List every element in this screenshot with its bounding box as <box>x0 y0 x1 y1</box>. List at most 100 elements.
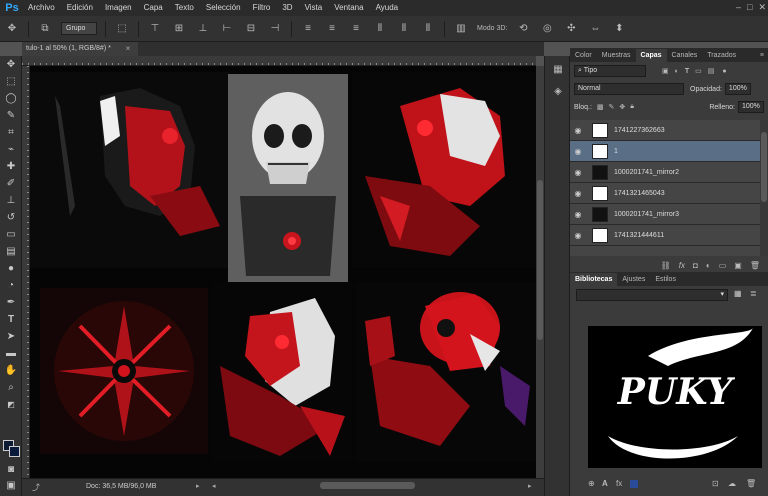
screen-mode-icon[interactable]: ▣ <box>0 477 22 494</box>
eraser-tool-icon[interactable]: ▭ <box>0 226 22 243</box>
filter-pixel-icon[interactable]: ▣ <box>662 67 669 75</box>
layers-scroll-thumb[interactable] <box>761 132 767 202</box>
document-canvas[interactable] <box>30 66 536 478</box>
adjustment-layer-icon[interactable]: ◐ <box>706 261 711 270</box>
maximize-button[interactable]: □ <box>747 2 752 13</box>
list-view-icon[interactable]: ≣ <box>750 289 757 298</box>
menu-3d[interactable]: 3D <box>276 0 298 16</box>
lock-pixels-icon[interactable]: ✎ <box>609 103 615 111</box>
distribute-left-icon[interactable]: ⦀ <box>371 22 389 36</box>
menu-edicion[interactable]: Edición <box>61 0 99 16</box>
visibility-eye-icon[interactable]: ◉ <box>570 231 586 240</box>
transform-controls-icon[interactable]: ⬚ <box>113 22 131 36</box>
menu-texto[interactable]: Texto <box>169 0 200 16</box>
doc-size-info[interactable]: Doc: 36,5 MB/96,0 MB <box>86 483 156 490</box>
layer-name[interactable]: 1741227362663 <box>614 127 665 134</box>
layer-name[interactable]: 1741321444611 <box>614 232 664 239</box>
filter-adjust-icon[interactable]: ◐ <box>675 68 679 75</box>
history-brush-tool-icon[interactable]: ↺ <box>0 209 22 226</box>
export-icon[interactable]: ⤴ <box>32 482 40 493</box>
visibility-eye-icon[interactable]: ◉ <box>570 210 586 219</box>
tab-canales[interactable]: Canales <box>667 49 703 62</box>
visibility-eye-icon[interactable]: ◉ <box>570 168 586 177</box>
auto-select-dropdown[interactable]: Grupo <box>61 22 97 35</box>
layer-name[interactable]: 1741321465043 <box>614 190 665 197</box>
distribute-top-icon[interactable]: ≡ <box>299 22 317 36</box>
layer-row-selected[interactable]: ◉ 1 <box>570 141 760 162</box>
type-tool-icon[interactable]: T <box>0 311 22 328</box>
brush-tool-icon[interactable]: ✐ <box>0 175 22 192</box>
add-color-asset-icon[interactable] <box>630 480 638 488</box>
distribute-right-icon[interactable]: ⦀ <box>419 22 437 36</box>
distribute-hcenter-icon[interactable]: ⦀ <box>395 22 413 36</box>
clone-stamp-tool-icon[interactable]: ⊥ <box>0 192 22 209</box>
menu-archivo[interactable]: Archivo <box>22 0 61 16</box>
layer-name[interactable]: 1 <box>614 148 618 155</box>
menu-ventana[interactable]: Ventana <box>328 0 369 16</box>
vertical-scroll-thumb[interactable] <box>537 180 543 340</box>
close-tab-icon[interactable]: × <box>122 42 134 56</box>
blur-tool-icon[interactable]: ● <box>0 260 22 277</box>
distribute-bottom-icon[interactable]: ≡ <box>347 22 365 36</box>
tab-bibliotecas[interactable]: Bibliotecas <box>570 273 618 286</box>
library-asset-preview[interactable]: PUKY <box>588 326 762 468</box>
add-mask-icon[interactable]: ◘ <box>693 261 698 270</box>
filter-kind-dropdown[interactable]: ⌕ Tipo <box>574 65 646 77</box>
opacity-input[interactable]: 100% <box>724 83 751 95</box>
scale-3d-icon[interactable]: ⬍ <box>610 22 628 36</box>
crop-tool-icon[interactable]: ⌗ <box>0 124 22 141</box>
align-top-icon[interactable]: ⊤ <box>146 22 164 36</box>
tab-estilos[interactable]: Estilos <box>650 273 681 286</box>
move-tool-icon[interactable]: ✥ <box>3 22 21 36</box>
layer-row[interactable]: ◉ 1741321465043 <box>570 183 760 204</box>
filter-shape-icon[interactable]: ▭ <box>695 67 702 75</box>
zoom-tool-icon[interactable]: ⌕ <box>0 379 22 396</box>
3d-panel-icon[interactable]: ◈ <box>551 86 565 98</box>
align-hcenter-icon[interactable]: ⊟ <box>242 22 260 36</box>
menu-vista[interactable]: Vista <box>299 0 329 16</box>
lasso-tool-icon[interactable]: ◯ <box>0 90 22 107</box>
align-vcenter-icon[interactable]: ⊞ <box>170 22 188 36</box>
shape-tool-icon[interactable]: ▬ <box>0 345 22 362</box>
filter-toggle-icon[interactable]: ● <box>722 68 726 75</box>
lock-position-icon[interactable]: ✥ <box>619 103 625 111</box>
tab-muestras[interactable]: Muestras <box>597 49 636 62</box>
horizontal-scroll-thumb[interactable] <box>320 482 415 489</box>
menu-filtro[interactable]: Filtro <box>247 0 277 16</box>
layer-row[interactable]: ◉ 1000201741_mirror2 <box>570 162 760 183</box>
visibility-eye-icon[interactable]: ◉ <box>570 189 586 198</box>
menu-imagen[interactable]: Imagen <box>99 0 138 16</box>
delete-layer-icon[interactable]: 🗑︎ <box>750 261 760 270</box>
healing-tool-icon[interactable]: ✚ <box>0 158 22 175</box>
default-colors-icon[interactable]: ◩ <box>0 396 22 413</box>
minimize-button[interactable]: – <box>736 2 741 13</box>
scroll-left-icon[interactable]: ◂ <box>212 482 216 490</box>
dodge-tool-icon[interactable]: ◔ <box>0 277 22 294</box>
scroll-right-icon[interactable]: ▸ <box>528 482 532 490</box>
tab-capas[interactable]: Capas <box>635 49 667 62</box>
layer-row[interactable]: ◉ 1741321444611 <box>570 225 760 246</box>
quick-select-tool-icon[interactable]: ✎ <box>0 107 22 124</box>
slide-3d-icon[interactable]: ⇔ <box>586 22 604 36</box>
document-tab[interactable]: tulo-1 al 50% (1, RGB/8#) * <box>22 42 138 56</box>
new-layer-icon[interactable]: ▣ <box>734 261 742 270</box>
tab-trazados[interactable]: Trazados <box>702 49 741 62</box>
blend-mode-dropdown[interactable]: Normal <box>574 83 684 95</box>
add-asset-icon[interactable]: ⊕ <box>588 479 595 488</box>
delete-asset-icon[interactable]: 🗑︎ <box>746 479 756 488</box>
stock-icon[interactable]: ⊡ <box>712 479 719 488</box>
menu-seleccion[interactable]: Selección <box>200 0 247 16</box>
visibility-eye-icon[interactable]: ◉ <box>570 126 586 135</box>
fill-input[interactable]: 100% <box>738 101 764 113</box>
grid-view-icon[interactable]: ▦ <box>734 289 742 298</box>
sync-icon[interactable]: ☁ <box>728 479 736 488</box>
visibility-eye-icon[interactable]: ◉ <box>570 147 586 156</box>
align-bottom-icon[interactable]: ⊥ <box>194 22 212 36</box>
add-text-asset-icon[interactable]: A <box>602 479 608 488</box>
new-group-icon[interactable]: ▭ <box>719 261 727 270</box>
layer-name[interactable]: 1000201741_mirror2 <box>614 169 679 176</box>
layer-row[interactable]: ◉ 1000201741_mirror3 <box>570 204 760 225</box>
close-window-button[interactable]: ✕ <box>758 2 766 13</box>
quick-mask-icon[interactable]: ◙ <box>0 461 22 478</box>
distribute-vcenter-icon[interactable]: ≡ <box>323 22 341 36</box>
